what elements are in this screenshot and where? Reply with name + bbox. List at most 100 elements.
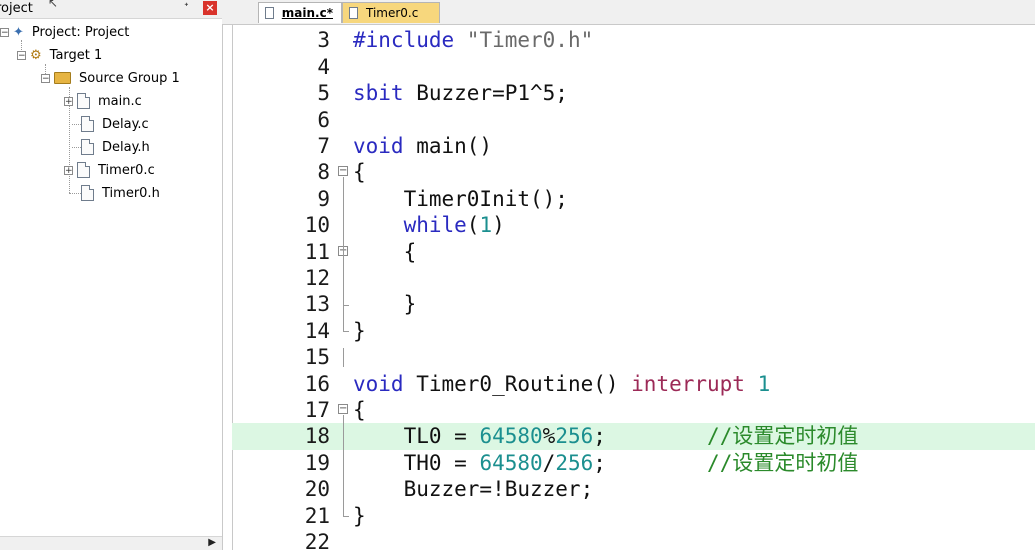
code-token: while	[403, 213, 467, 238]
code-text: sbit Buzzer=P1^5;	[353, 80, 568, 106]
tab-main-c[interactable]: main.c*	[258, 2, 342, 23]
tree-item-file[interactable]: Timer0.h	[81, 183, 160, 203]
line-number: 14	[304, 318, 330, 343]
code-line[interactable]: 7 void main()	[232, 133, 1035, 159]
line-number: 8	[317, 160, 330, 185]
code-line[interactable]: 5 sbit Buzzer=P1^5;	[232, 80, 1035, 106]
pin-icon[interactable]: ᐩ	[184, 0, 189, 14]
tree-item-label: Delay.c	[102, 116, 149, 132]
tree-item-file[interactable]: + main.c	[64, 91, 142, 111]
code-line[interactable]: 22	[232, 529, 1035, 555]
code-line[interactable]: 8−{	[232, 159, 1035, 185]
code-line[interactable]: 9 Timer0Init();	[232, 186, 1035, 212]
fold-collapse-icon[interactable]: −	[338, 404, 348, 414]
fold-guide-line	[343, 415, 344, 516]
tree-item-project[interactable]: − ✦ Project: Project	[0, 22, 129, 42]
code-text: }	[353, 291, 417, 317]
line-number: 17	[304, 398, 330, 422]
tree-item-source-group[interactable]: − Source Group 1	[41, 68, 180, 88]
code-token: //设置定时初值	[707, 450, 859, 475]
code-token: Buzzer=!Buzzer;	[353, 477, 594, 502]
code-line[interactable]: 14}	[232, 318, 1035, 344]
close-icon[interactable]: ×	[203, 1, 217, 15]
tree-item-file[interactable]: + Timer0.c	[64, 160, 155, 180]
line-number: 19	[304, 450, 330, 475]
code-line[interactable]: 20 Buzzer=!Buzzer;	[232, 476, 1035, 502]
collapse-icon[interactable]: −	[0, 27, 9, 37]
code-line[interactable]: 15	[232, 344, 1035, 370]
code-editor[interactable]: 3 #include "Timer0.h" 4 5 sbit Buzzer=P1^5; 6…	[232, 25, 1035, 554]
scroll-right-icon[interactable]: ▶	[208, 537, 216, 548]
fold-guide-line	[343, 256, 344, 305]
tree-connector	[72, 124, 81, 125]
line-number: 11	[304, 239, 330, 264]
mouse-cursor-icon: ↖	[48, 0, 59, 10]
code-line[interactable]: 3 #include "Timer0.h"	[232, 27, 1035, 53]
code-line[interactable]: 13 }	[232, 291, 1035, 317]
line-number: 6	[317, 107, 330, 132]
fold-collapse-icon[interactable]: −	[338, 166, 348, 177]
fold-end-marker	[343, 331, 349, 332]
tab-label: main.c*	[281, 6, 333, 20]
code-token: ;	[593, 450, 708, 475]
tree-item-file[interactable]: Delay.c	[81, 114, 149, 134]
project-icon: ✦	[13, 24, 24, 40]
code-token: 64580	[479, 450, 543, 475]
code-text: TL0 = 64580%256; //设置定时初值	[353, 423, 859, 449]
file-icon	[81, 116, 94, 132]
tree-item-target[interactable]: − ⚙ Target 1	[17, 45, 102, 65]
code-token: 1	[757, 371, 771, 396]
tree-item-file[interactable]: Delay.h	[81, 137, 150, 157]
code-line[interactable]: 4	[232, 54, 1035, 80]
tree-item-label: Delay.h	[102, 139, 150, 155]
code-token: main()	[403, 134, 493, 158]
code-line[interactable]: 19 TH0 = 64580/256; //设置定时初值	[232, 450, 1035, 476]
code-line[interactable]: 16 void Timer0_Routine() interrupt 1	[232, 371, 1035, 397]
code-token: )	[492, 213, 505, 238]
tree-item-label: main.c	[98, 93, 142, 109]
code-token: #include	[353, 28, 467, 53]
fold-end-marker	[343, 515, 349, 517]
code-line[interactable]: 11− {	[232, 239, 1035, 265]
code-token: {	[353, 398, 366, 422]
code-text: while(1)	[353, 212, 505, 238]
code-text: {	[353, 397, 366, 423]
code-token: ;	[593, 424, 708, 449]
file-icon	[81, 139, 94, 155]
tree-item-label: Timer0.c	[98, 162, 155, 178]
horizontal-scrollbar[interactable]: ▶	[0, 536, 222, 550]
collapse-icon[interactable]: −	[41, 73, 50, 83]
code-text: Timer0Init();	[353, 186, 568, 212]
code-token: 1	[479, 213, 493, 238]
code-line[interactable]: 17−{	[232, 397, 1035, 423]
code-text: }	[353, 503, 366, 529]
tree-item-label: Target 1	[49, 47, 103, 63]
fold-guide-line	[343, 177, 344, 331]
line-number: 10	[304, 213, 330, 238]
tab-timer0-c[interactable]: Timer0.c	[342, 2, 440, 23]
code-text: #include "Timer0.h"	[353, 27, 593, 53]
code-token: 256	[555, 424, 594, 449]
line-number: 9	[317, 186, 330, 211]
tree-item-label: Source Group 1	[79, 70, 180, 86]
code-text: }	[353, 318, 366, 344]
line-number: 12	[304, 266, 330, 290]
code-token: //设置定时初值	[707, 424, 859, 449]
code-token: {	[353, 239, 417, 264]
code-token: Buzzer=P1^5;	[403, 81, 568, 106]
code-line[interactable]: 10 while(1)	[232, 212, 1035, 238]
code-line[interactable]: 18 TL0 = 64580%256; //设置定时初值	[232, 423, 1035, 450]
file-icon	[349, 7, 358, 19]
expand-icon[interactable]: +	[64, 96, 73, 106]
code-line[interactable]: 12	[232, 265, 1035, 291]
code-token: (	[466, 213, 480, 238]
expand-icon[interactable]: +	[64, 165, 73, 175]
code-line[interactable]: 21}	[232, 503, 1035, 529]
code-text: void Timer0_Routine() interrupt 1	[353, 371, 770, 397]
code-text: {	[353, 159, 366, 185]
tab-label: Timer0.c	[366, 6, 419, 20]
code-token: }	[353, 318, 366, 343]
code-line[interactable]: 6	[232, 107, 1035, 133]
collapse-icon[interactable]: −	[17, 50, 26, 60]
